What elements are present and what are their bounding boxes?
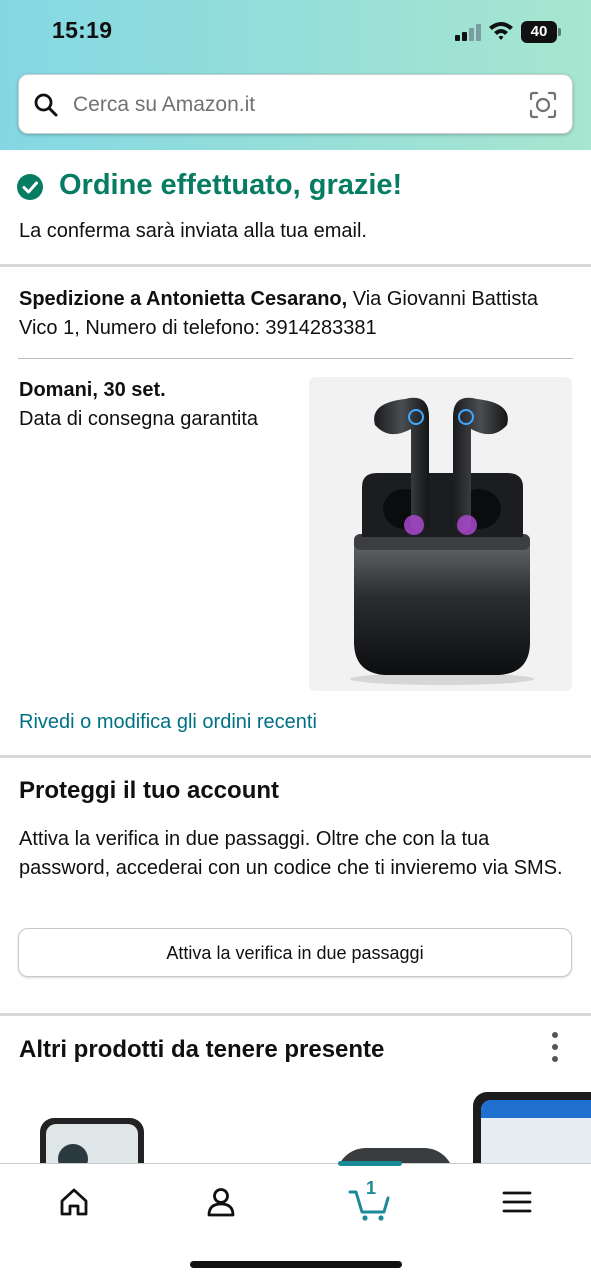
- home-icon[interactable]: [54, 1182, 94, 1222]
- account-icon[interactable]: [201, 1182, 241, 1222]
- confirmation-subtitle: La conferma sarà inviata alla tua email.: [19, 220, 367, 242]
- product-image[interactable]: [309, 377, 572, 691]
- confirmation-title: Ordine effettuato, grazie!: [59, 169, 403, 201]
- home-indicator[interactable]: [190, 1261, 402, 1268]
- cart-count-badge: 1: [366, 1178, 377, 1198]
- cellular-signal-icon: [455, 24, 483, 41]
- protect-account-title: Proteggi il tuo account: [19, 777, 280, 804]
- more-options-icon[interactable]: [549, 1032, 561, 1062]
- delivery-date: Domani, 30 set.: [19, 379, 166, 401]
- divider: [0, 1013, 591, 1016]
- enable-two-step-button[interactable]: Attiva la verifica in due passaggi: [18, 928, 572, 977]
- search-input[interactable]: Cerca su Amazon.it: [73, 93, 255, 117]
- more-products-title: Altri prodotti da tenere presente: [19, 1036, 385, 1063]
- protect-account-text: Attiva la verifica in due passaggi. Oltr…: [19, 828, 563, 879]
- review-orders-link[interactable]: Rivedi o modifica gli ordini recenti: [19, 711, 317, 734]
- delivery-guarantee: Data di consegna garantita: [19, 408, 259, 430]
- status-bar: 15:19 40: [0, 0, 591, 64]
- wifi-icon: [488, 20, 514, 42]
- search-bar[interactable]: Cerca su Amazon.it: [18, 74, 573, 134]
- status-time: 15:19: [52, 17, 113, 43]
- shipping-address: Spedizione a Antonietta Cesarano, Via Gi…: [19, 285, 559, 343]
- battery-icon: 40: [521, 21, 561, 43]
- battery-level: 40: [530, 23, 548, 40]
- divider: [18, 358, 573, 359]
- header: 15:19 40 Cerca su Amazon.it: [0, 0, 591, 150]
- active-tab-indicator: [338, 1161, 402, 1166]
- bottom-navigation: 1: [0, 1161, 591, 1280]
- divider: [0, 755, 591, 758]
- divider: [0, 264, 591, 267]
- search-icon[interactable]: [33, 92, 59, 118]
- shipping-recipient: Spedizione a Antonietta Cesarano,: [19, 288, 348, 310]
- success-check-icon: [17, 174, 43, 200]
- camera-scan-icon[interactable]: [529, 91, 557, 119]
- menu-icon[interactable]: [497, 1182, 537, 1222]
